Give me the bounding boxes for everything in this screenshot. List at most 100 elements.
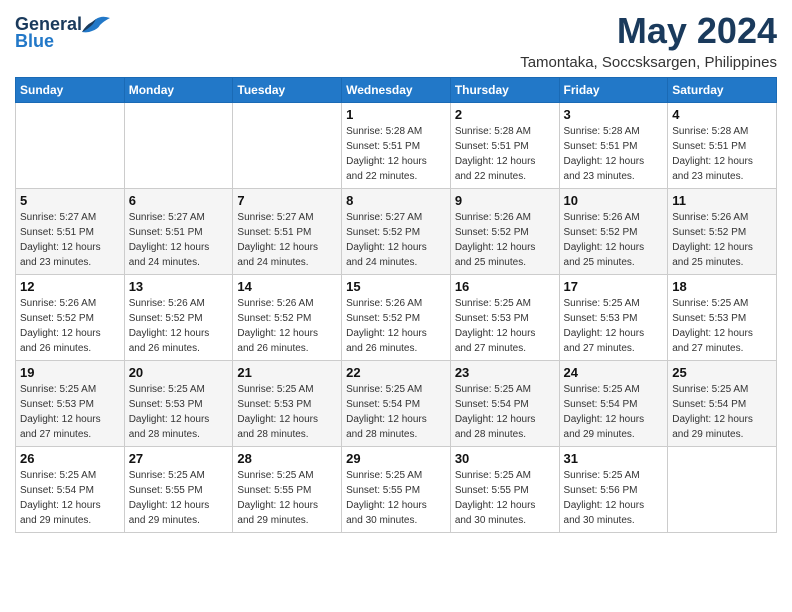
day-info: Sunrise: 5:25 AMSunset: 5:53 PMDaylight:… <box>20 382 120 442</box>
day-number: 18 <box>672 279 772 294</box>
weekday-header-saturday: Saturday <box>668 78 777 103</box>
day-number: 30 <box>455 451 555 466</box>
day-number: 11 <box>672 193 772 208</box>
title-area: May 2024 Tamontaka, Soccsksargen, Philip… <box>520 10 777 71</box>
weekday-header-sunday: Sunday <box>16 78 125 103</box>
calendar-cell: 19 Sunrise: 5:25 AMSunset: 5:53 PMDayligh… <box>16 361 125 447</box>
calendar-cell: 15 Sunrise: 5:26 AMSunset: 5:52 PMDayligh… <box>342 275 451 361</box>
day-number: 19 <box>20 365 120 380</box>
calendar-cell: 22 Sunrise: 5:25 AMSunset: 5:54 PMDayligh… <box>342 361 451 447</box>
calendar-cell: 31 Sunrise: 5:25 AMSunset: 5:56 PMDayligh… <box>559 447 668 533</box>
calendar-cell: 6 Sunrise: 5:27 AMSunset: 5:51 PMDaylight… <box>124 189 233 275</box>
calendar-cell: 29 Sunrise: 5:25 AMSunset: 5:55 PMDayligh… <box>342 447 451 533</box>
calendar-cell <box>668 447 777 533</box>
calendar-cell: 3 Sunrise: 5:28 AMSunset: 5:51 PMDaylight… <box>559 103 668 189</box>
day-info: Sunrise: 5:25 AMSunset: 5:53 PMDaylight:… <box>564 296 664 356</box>
calendar-cell <box>124 103 233 189</box>
calendar-cell: 2Sunrise: 5:28 AMSunset: 5:51 PMDaylight… <box>450 103 559 189</box>
day-number: 9 <box>455 193 555 208</box>
calendar-title: May 2024 <box>520 10 777 52</box>
weekday-header-wednesday: Wednesday <box>342 78 451 103</box>
calendar-cell: 10Sunrise: 5:26 AMSunset: 5:52 PMDayligh… <box>559 189 668 275</box>
day-info: Sunrise: 5:25 AMSunset: 5:53 PMDaylight:… <box>455 296 555 356</box>
day-info: Sunrise: 5:27 AMSunset: 5:51 PMDaylight:… <box>20 210 120 270</box>
calendar-cell: 23 Sunrise: 5:25 AMSunset: 5:54 PMDayligh… <box>450 361 559 447</box>
day-number: 5 <box>20 193 120 208</box>
day-info: Sunrise: 5:25 AMSunset: 5:53 PMDaylight:… <box>129 382 229 442</box>
day-number: 24 <box>564 365 664 380</box>
day-info: Sunrise: 5:25 AMSunset: 5:55 PMDaylight:… <box>455 468 555 528</box>
day-number: 14 <box>237 279 337 294</box>
day-info: Sunrise: 5:27 AMSunset: 5:51 PMDaylight:… <box>237 210 337 270</box>
day-number: 3 <box>564 107 664 122</box>
day-info: Sunrise: 5:25 AMSunset: 5:54 PMDaylight:… <box>455 382 555 442</box>
calendar-cell: 11 Sunrise: 5:26 AMSunset: 5:52 PMDayligh… <box>668 189 777 275</box>
day-number: 2 <box>455 107 555 122</box>
day-number: 10 <box>564 193 664 208</box>
day-number: 1 <box>346 107 446 122</box>
day-info: Sunrise: 5:25 AMSunset: 5:54 PMDaylight:… <box>672 382 772 442</box>
day-number: 26 <box>20 451 120 466</box>
day-info: Sunrise: 5:25 AMSunset: 5:55 PMDaylight:… <box>129 468 229 528</box>
calendar-cell: 25 Sunrise: 5:25 AMSunset: 5:54 PMDayligh… <box>668 361 777 447</box>
calendar-cell: 16 Sunrise: 5:25 AMSunset: 5:53 PMDayligh… <box>450 275 559 361</box>
day-number: 22 <box>346 365 446 380</box>
day-number: 6 <box>129 193 229 208</box>
calendar-cell: 9Sunrise: 5:26 AMSunset: 5:52 PMDaylight… <box>450 189 559 275</box>
calendar-subtitle: Tamontaka, Soccsksargen, Philippines <box>520 54 777 71</box>
day-number: 12 <box>20 279 120 294</box>
day-number: 29 <box>346 451 446 466</box>
weekday-header-friday: Friday <box>559 78 668 103</box>
week-row-4: 19 Sunrise: 5:25 AMSunset: 5:53 PMDayligh… <box>16 361 777 447</box>
day-info: Sunrise: 5:25 AMSunset: 5:54 PMDaylight:… <box>564 382 664 442</box>
day-number: 25 <box>672 365 772 380</box>
day-info: Sunrise: 5:26 AMSunset: 5:52 PMDaylight:… <box>20 296 120 356</box>
day-number: 15 <box>346 279 446 294</box>
calendar-cell: 20 Sunrise: 5:25 AMSunset: 5:53 PMDayligh… <box>124 361 233 447</box>
calendar-cell: 13 Sunrise: 5:26 AMSunset: 5:52 PMDayligh… <box>124 275 233 361</box>
day-info: Sunrise: 5:26 AMSunset: 5:52 PMDaylight:… <box>346 296 446 356</box>
day-number: 23 <box>455 365 555 380</box>
day-info: Sunrise: 5:25 AMSunset: 5:56 PMDaylight:… <box>564 468 664 528</box>
day-info: Sunrise: 5:28 AMSunset: 5:51 PMDaylight:… <box>346 124 446 184</box>
week-row-3: 12 Sunrise: 5:26 AMSunset: 5:52 PMDayligh… <box>16 275 777 361</box>
day-number: 13 <box>129 279 229 294</box>
day-info: Sunrise: 5:25 AMSunset: 5:53 PMDaylight:… <box>672 296 772 356</box>
calendar-cell: 12 Sunrise: 5:26 AMSunset: 5:52 PMDayligh… <box>16 275 125 361</box>
day-info: Sunrise: 5:25 AMSunset: 5:53 PMDaylight:… <box>237 382 337 442</box>
weekday-header-monday: Monday <box>124 78 233 103</box>
day-number: 20 <box>129 365 229 380</box>
week-row-5: 26 Sunrise: 5:25 AMSunset: 5:54 PMDayligh… <box>16 447 777 533</box>
day-number: 17 <box>564 279 664 294</box>
day-info: Sunrise: 5:26 AMSunset: 5:52 PMDaylight:… <box>672 210 772 270</box>
day-info: Sunrise: 5:25 AMSunset: 5:54 PMDaylight:… <box>346 382 446 442</box>
weekday-header-thursday: Thursday <box>450 78 559 103</box>
day-info: Sunrise: 5:25 AMSunset: 5:54 PMDaylight:… <box>20 468 120 528</box>
calendar-cell: 8Sunrise: 5:27 AMSunset: 5:52 PMDaylight… <box>342 189 451 275</box>
day-info: Sunrise: 5:25 AMSunset: 5:55 PMDaylight:… <box>237 468 337 528</box>
day-info: Sunrise: 5:26 AMSunset: 5:52 PMDaylight:… <box>129 296 229 356</box>
day-info: Sunrise: 5:28 AMSunset: 5:51 PMDaylight:… <box>672 124 772 184</box>
header: General Blue May 2024 Tamontaka, Soccsks… <box>15 10 777 71</box>
calendar-cell: 30 Sunrise: 5:25 AMSunset: 5:55 PMDayligh… <box>450 447 559 533</box>
day-info: Sunrise: 5:28 AMSunset: 5:51 PMDaylight:… <box>564 124 664 184</box>
calendar-cell: 14Sunrise: 5:26 AMSunset: 5:52 PMDayligh… <box>233 275 342 361</box>
calendar-cell: 1 Sunrise: 5:28 AMSunset: 5:51 PMDaylight… <box>342 103 451 189</box>
day-number: 21 <box>237 365 337 380</box>
calendar-cell <box>233 103 342 189</box>
day-number: 31 <box>564 451 664 466</box>
day-number: 7 <box>237 193 337 208</box>
weekday-header-row: SundayMondayTuesdayWednesdayThursdayFrid… <box>16 78 777 103</box>
calendar-cell: 17 Sunrise: 5:25 AMSunset: 5:53 PMDayligh… <box>559 275 668 361</box>
day-info: Sunrise: 5:27 AMSunset: 5:51 PMDaylight:… <box>129 210 229 270</box>
week-row-1: 1 Sunrise: 5:28 AMSunset: 5:51 PMDaylight… <box>16 103 777 189</box>
calendar-cell <box>16 103 125 189</box>
calendar-cell: 21 Sunrise: 5:25 AMSunset: 5:53 PMDayligh… <box>233 361 342 447</box>
calendar-cell: 18 Sunrise: 5:25 AMSunset: 5:53 PMDayligh… <box>668 275 777 361</box>
calendar-cell: 7 Sunrise: 5:27 AMSunset: 5:51 PMDaylight… <box>233 189 342 275</box>
day-number: 16 <box>455 279 555 294</box>
calendar-cell: 5 Sunrise: 5:27 AMSunset: 5:51 PMDaylight… <box>16 189 125 275</box>
day-info: Sunrise: 5:27 AMSunset: 5:52 PMDaylight:… <box>346 210 446 270</box>
calendar-cell: 4Sunrise: 5:28 AMSunset: 5:51 PMDaylight… <box>668 103 777 189</box>
day-info: Sunrise: 5:25 AMSunset: 5:55 PMDaylight:… <box>346 468 446 528</box>
